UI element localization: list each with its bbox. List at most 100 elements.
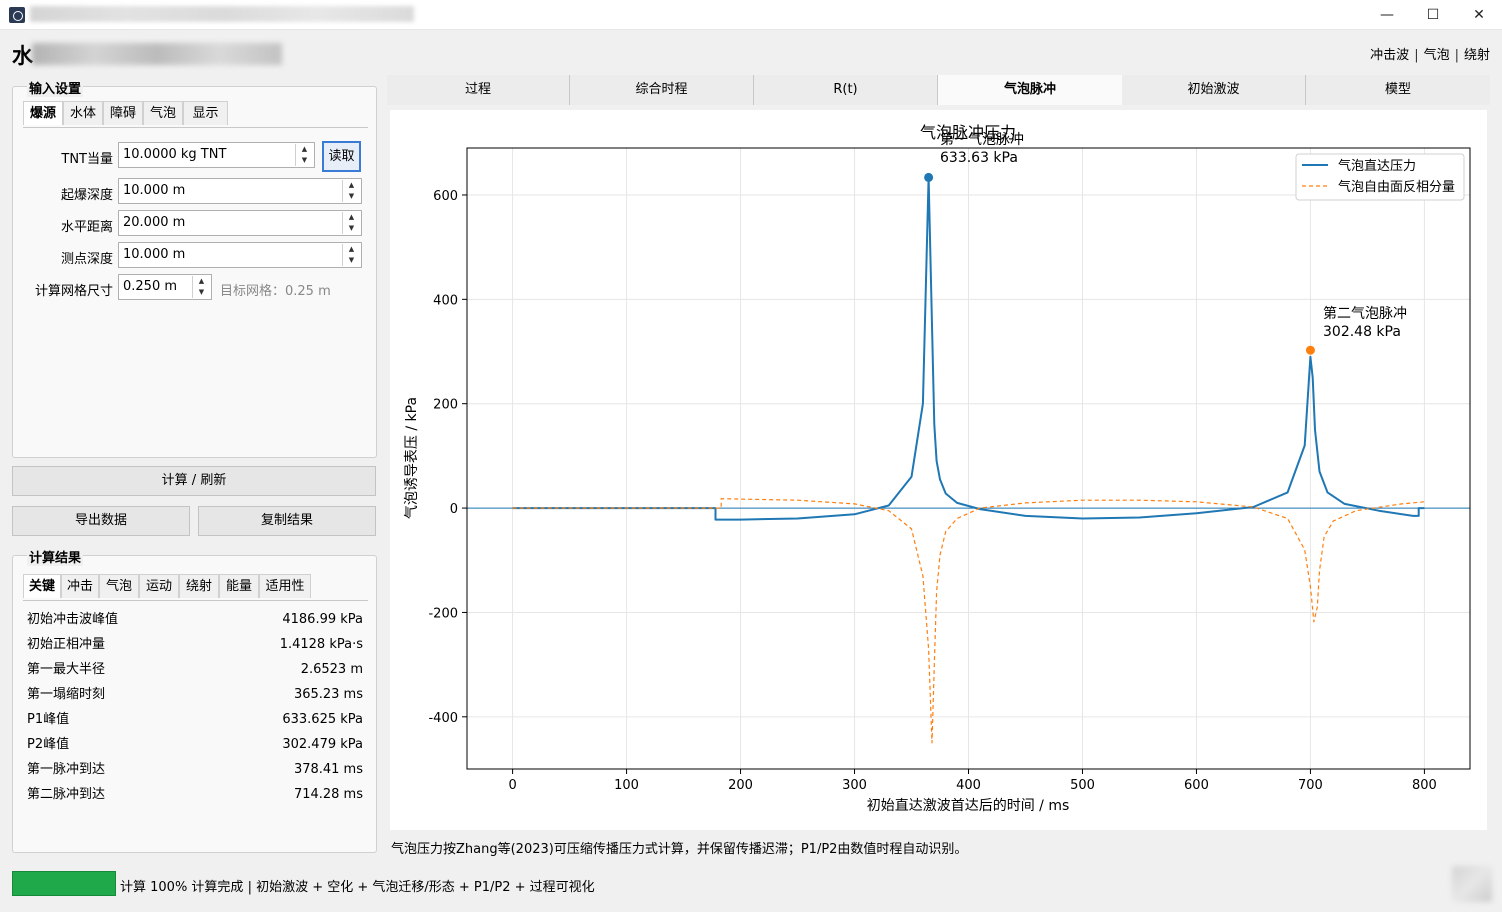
tab-combined-history[interactable]: 综合时程: [570, 75, 754, 105]
maximize-icon[interactable]: ☐: [1410, 0, 1456, 30]
result-label: P1峰值: [27, 712, 70, 727]
app-header-title: 水: [12, 44, 33, 68]
tab-model[interactable]: 模型: [1306, 75, 1490, 105]
divider: [23, 600, 368, 601]
close-icon[interactable]: ✕: [1456, 0, 1502, 30]
window-title-redacted: [30, 6, 414, 22]
burst-depth-label: 起爆深度: [60, 188, 113, 203]
result-row: P1峰值 633.625 kPa: [27, 707, 363, 732]
annotation-value: 302.48 kPa: [1323, 324, 1401, 340]
input-settings-group: 输入设置 爆源 水体 障碍 气泡 显示 TNT当量 10.0000 kg TNT…: [12, 78, 377, 458]
input-settings-title: 输入设置: [27, 78, 84, 97]
grid-size-input[interactable]: 0.250 m ▲ ▼: [118, 274, 212, 300]
input-subtabs: 爆源 水体 障碍 气泡 显示: [23, 101, 368, 127]
horizontal-distance-label: 水平距离: [60, 220, 113, 235]
tab-energy[interactable]: 能量: [219, 574, 259, 598]
tab-shock[interactable]: 冲击: [61, 574, 99, 598]
spin-up-icon[interactable]: ▲: [193, 276, 210, 287]
result-value: 378.41 ms: [293, 762, 363, 777]
result-row: 第一塌缩时刻 365.23 ms: [27, 682, 363, 707]
results-group: 计算结果 关键 冲击 气泡 运动 绕射 能量 适用性 初始冲击波峰值 4186.9…: [12, 547, 377, 853]
horizontal-distance-spinner[interactable]: ▲ ▼: [342, 212, 360, 234]
result-label: 第二脉冲到达: [27, 787, 106, 802]
y-tick-label: -200: [428, 606, 458, 621]
chart-panel: 0 100 200 300 400 500 600 700 800 600 400 200 0 -200 -…: [390, 110, 1487, 830]
tnt-input[interactable]: 10.0000 kg TNT ▲ ▼: [118, 142, 315, 168]
result-value: 365.23 ms: [293, 687, 363, 702]
read-button[interactable]: 读取: [322, 141, 361, 172]
spin-up-icon[interactable]: ▲: [296, 144, 313, 155]
tab-diffraction[interactable]: 绕射: [179, 574, 219, 598]
tab-motion[interactable]: 运动: [139, 574, 179, 598]
horizontal-distance-input[interactable]: 20.000 m ▲ ▼: [118, 210, 362, 236]
y-tick-label: 0: [450, 502, 458, 517]
result-value: 633.625 kPa: [282, 712, 363, 727]
burst-depth-spinner[interactable]: ▲ ▼: [342, 180, 360, 202]
x-tick-label: 200: [728, 778, 753, 793]
tab-process[interactable]: 过程: [387, 75, 570, 105]
quick-nav: 冲击波 | 气泡 | 绕射: [1370, 48, 1490, 63]
export-data-button[interactable]: 导出数据: [12, 506, 190, 536]
spin-up-icon[interactable]: ▲: [343, 244, 360, 255]
copy-results-button[interactable]: 复制结果: [198, 506, 376, 536]
x-tick-label: 400: [956, 778, 981, 793]
gauge-depth-input[interactable]: 10.000 m ▲ ▼: [118, 242, 362, 268]
compute-button[interactable]: 计算 / 刷新: [12, 466, 376, 496]
quick-nav-bubble[interactable]: 气泡: [1424, 48, 1450, 63]
corner-redacted: [1452, 866, 1492, 902]
spin-up-icon[interactable]: ▲: [343, 180, 360, 191]
tnt-label: TNT当量: [61, 152, 113, 167]
x-tick-label: 500: [1070, 778, 1095, 793]
results-list: 初始冲击波峰值 4186.99 kPa 初始正相冲量 1.4128 kPa·s 第一…: [27, 607, 363, 807]
spin-down-icon[interactable]: ▼: [193, 287, 210, 298]
quick-nav-shockwave[interactable]: 冲击波: [1370, 48, 1409, 63]
legend-label-direct: 气泡直达压力: [1338, 158, 1416, 174]
result-value: 302.479 kPa: [282, 737, 363, 752]
result-label: 初始正相冲量: [27, 637, 106, 652]
tab-key[interactable]: 关键: [23, 574, 61, 598]
legend-label-reflected: 气泡自由面反相分量: [1338, 179, 1455, 195]
tnt-spinner[interactable]: ▲ ▼: [295, 144, 313, 166]
spin-down-icon[interactable]: ▼: [296, 155, 313, 166]
tab-bubble[interactable]: 气泡: [143, 101, 183, 125]
minimize-icon[interactable]: —: [1364, 0, 1410, 30]
tab-display[interactable]: 显示: [183, 101, 228, 125]
tab-obstacle[interactable]: 障碍: [103, 101, 143, 125]
grid-size-hint: 目标网格：0.25 m: [220, 284, 331, 299]
tab-source[interactable]: 爆源: [23, 101, 63, 125]
x-tick-label: 700: [1298, 778, 1323, 793]
grid-size-spinner[interactable]: ▲ ▼: [192, 276, 210, 298]
result-row: 初始正相冲量 1.4128 kPa·s: [27, 632, 363, 657]
peak-markers: [924, 172, 1315, 355]
result-value: 4186.99 kPa: [282, 612, 363, 627]
result-row: 第一最大半径 2.6523 m: [27, 657, 363, 682]
legend: 气泡直达压力 气泡自由面反相分量: [1295, 153, 1465, 201]
spin-up-icon[interactable]: ▲: [343, 212, 360, 223]
tab-bubble-pulse[interactable]: 气泡脉冲: [938, 75, 1122, 105]
annotation-label: 第二气泡脉冲: [1323, 305, 1407, 322]
x-tick-label: 600: [1184, 778, 1209, 793]
results-subtabs: 关键 冲击 气泡 运动 绕射 能量 适用性: [23, 574, 368, 600]
app-icon: [9, 7, 25, 23]
spin-down-icon[interactable]: ▼: [343, 255, 360, 266]
tab-water[interactable]: 水体: [63, 101, 103, 125]
bubble-pulse-chart: 0 100 200 300 400 500 600 700 800 600 400 200 0 -200 -…: [404, 123, 1471, 814]
title-bar: — ☐ ✕: [0, 0, 1502, 30]
y-tick-label: 400: [433, 293, 458, 308]
tab-bubble-results[interactable]: 气泡: [99, 574, 139, 598]
y-tick-label: 600: [433, 189, 458, 204]
x-axis-label: 初始直达激波首达后的时间 / ms: [867, 797, 1070, 814]
results-title: 计算结果: [27, 547, 84, 566]
tab-applicability[interactable]: 适用性: [259, 574, 311, 598]
tab-radius-time[interactable]: R(t): [754, 75, 938, 105]
annotation-value: 633.63 kPa: [940, 150, 1018, 166]
spin-down-icon[interactable]: ▼: [343, 223, 360, 234]
quick-nav-diffraction[interactable]: 绕射: [1464, 48, 1490, 63]
result-row: 第一脉冲到达 378.41 ms: [27, 757, 363, 782]
burst-depth-input[interactable]: 10.000 m ▲ ▼: [118, 178, 362, 204]
gauge-depth-spinner[interactable]: ▲ ▼: [342, 244, 360, 266]
tab-initial-shock[interactable]: 初始激波: [1122, 75, 1306, 105]
horizontal-distance-value: 20.000 m: [123, 215, 186, 230]
result-value: 2.6523 m: [300, 662, 363, 677]
spin-down-icon[interactable]: ▼: [343, 191, 360, 202]
